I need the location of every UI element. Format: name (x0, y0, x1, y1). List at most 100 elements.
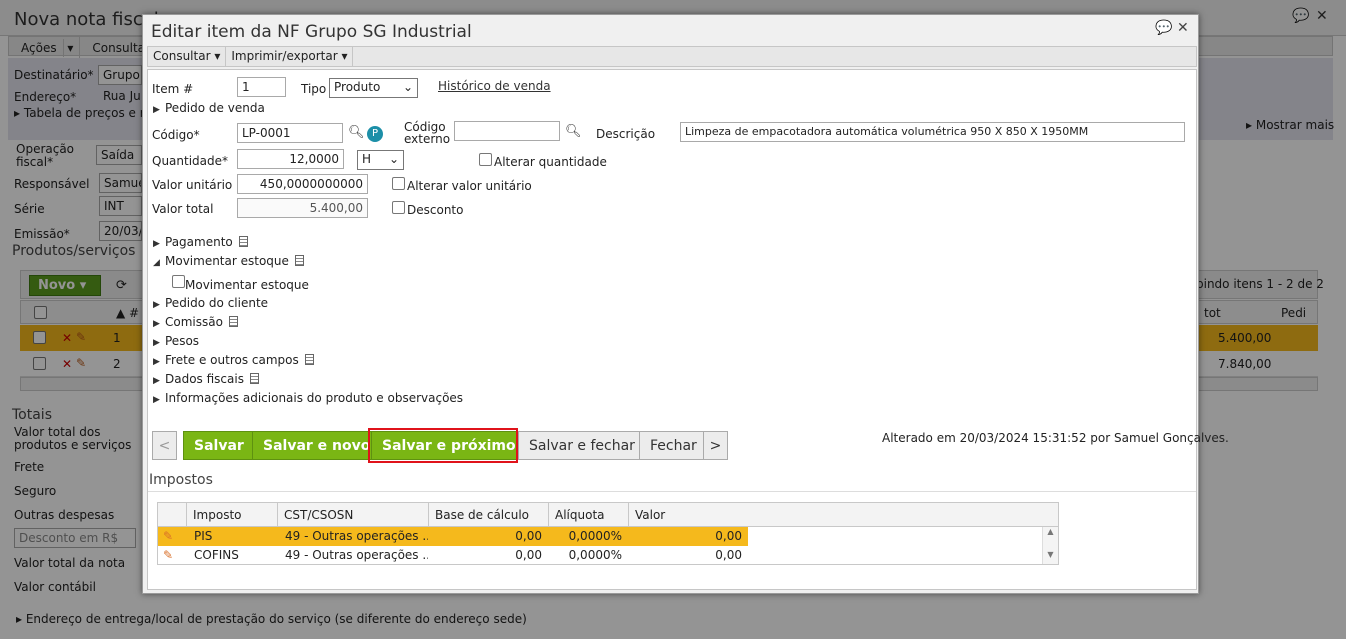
chat-icon[interactable]: 💬 (1155, 20, 1172, 36)
impostos-title: Impostos (149, 472, 213, 488)
section-movimentar-estoque[interactable]: ◢ Movimentar estoque (153, 254, 304, 268)
item-label: Item # (152, 82, 194, 96)
fechar-button[interactable]: Fechar (639, 431, 708, 460)
edit-item-dialog: Editar item da NF Grupo SG Industrial 💬 … (142, 14, 1229, 594)
section-frete[interactable]: ▶ Frete e outros campos (153, 353, 314, 367)
menu-imprimir-exportar[interactable]: Imprimir/exportar ▾ (226, 47, 354, 66)
historico-venda-link[interactable]: Histórico de venda (438, 79, 551, 93)
col-cst[interactable]: CST/CSOSN (277, 503, 428, 527)
triangle-right-icon: ▶ (153, 300, 160, 310)
menu-consultar[interactable]: Consultar ▾ (148, 47, 227, 66)
section-informacoes-label: Informações adicionais do produto e obse… (165, 391, 464, 405)
valor-total-label: Valor total (152, 202, 214, 216)
dialog-panel: Item # 1 Tipo Produto ⌄ Histórico de vend… (147, 69, 1229, 590)
scroll-down-icon[interactable]: ▼ (1043, 550, 1058, 559)
impostos-grid-header: Imposto CST/CSOSN Base de cálculo Alíquo… (158, 503, 1058, 527)
item-number-input[interactable]: 1 (237, 77, 286, 97)
section-pedido-cliente[interactable]: ▶ Pedido do cliente (153, 296, 268, 310)
tipo-select-value: Produto (334, 80, 381, 94)
section-informacoes[interactable]: ▶ Informações adicionais do produto e obs… (153, 391, 463, 405)
codigo-externo-text: Código externo (404, 120, 451, 146)
tipo-select[interactable]: Produto ⌄ (329, 78, 418, 98)
section-pesos-label: Pesos (165, 334, 200, 348)
alterar-valor-unitario-checkbox[interactable] (392, 177, 405, 190)
cell-imposto: PIS (194, 529, 213, 543)
section-pedido-cliente-label: Pedido do cliente (165, 296, 269, 310)
triangle-right-icon: ▶ (153, 239, 160, 249)
alterar-valor-unitario-label: Alterar valor unitário (407, 179, 532, 193)
cell-valor: 0,00 (715, 529, 742, 543)
dialog-menubar: Consultar ▾ Imprimir/exportar ▾ (147, 46, 1197, 67)
search-icon[interactable]: 🔍︎ (565, 124, 582, 139)
section-frete-label: Frete e outros campos (165, 353, 299, 367)
next-button[interactable]: > (703, 431, 728, 460)
col-valor[interactable]: Valor (628, 503, 1042, 527)
section-comissao[interactable]: ▶ Comissão (153, 315, 238, 329)
section-pagamento-label: Pagamento (165, 235, 233, 249)
section-pesos[interactable]: ▶ Pesos (153, 334, 199, 348)
menu-consultar-label: Consultar (153, 49, 211, 63)
col-aliquota[interactable]: Alíquota (548, 503, 628, 527)
cell-base: 0,00 (515, 529, 542, 543)
codigo-externo-input[interactable] (454, 121, 560, 141)
highlight-box (368, 428, 518, 463)
triangle-right-icon: ▶ (153, 338, 160, 348)
pedido-venda-toggle[interactable]: ▶ Pedido de venda (153, 101, 265, 115)
table-row[interactable]: ✎ COFINS 49 - Outras operações ... 0,00 … (158, 546, 748, 565)
cell-imposto: COFINS (194, 548, 239, 562)
triangle-right-icon: ▶ (153, 105, 160, 115)
section-dados-fiscais-label: Dados fiscais (165, 372, 244, 386)
lookup-icon[interactable]: P (367, 126, 383, 142)
valor-unitario-input[interactable]: 450,0000000000 (237, 174, 368, 194)
altered-info: Alterado em 20/03/2024 15:31:52 por Samu… (882, 431, 1229, 445)
dialog-title: Editar item da NF Grupo SG Industrial (151, 22, 472, 42)
alterar-quantidade-checkbox[interactable] (479, 153, 492, 166)
movimentar-estoque-checkbox[interactable] (172, 275, 185, 288)
edit-icon[interactable]: ✎ (163, 529, 173, 543)
cell-aliquota: 0,0000% (568, 529, 622, 543)
col-base[interactable]: Base de cálculo (428, 503, 548, 527)
triangle-right-icon: ▶ (153, 357, 160, 367)
previous-button[interactable]: < (152, 431, 177, 460)
salvar-e-novo-button[interactable]: Salvar e novo (252, 431, 382, 460)
section-pagamento[interactable]: ▶ Pagamento (153, 235, 248, 249)
edit-icon[interactable]: ✎ (163, 548, 173, 562)
menu-imprimir-label: Imprimir/exportar (231, 49, 338, 63)
desconto-label: Desconto (407, 203, 464, 217)
triangle-right-icon: ▶ (153, 395, 160, 405)
descricao-label: Descrição (596, 127, 656, 141)
close-icon[interactable]: ✕ (1177, 20, 1189, 36)
cell-cst: 49 - Outras operações ... (285, 529, 428, 543)
cell-cst: 49 - Outras operações ... (285, 548, 428, 562)
document-icon (228, 316, 238, 327)
pedido-venda-label: Pedido de venda (165, 101, 265, 115)
quantidade-label: Quantidade* (152, 154, 229, 168)
chevron-down-icon: ⌄ (388, 152, 399, 166)
descricao-input[interactable]: Limpeza de empacotadora automática volum… (680, 122, 1185, 142)
valor-total-input: 5.400,00 (237, 198, 368, 218)
triangle-right-icon: ▶ (153, 376, 160, 386)
section-movimentar-estoque-label: Movimentar estoque (165, 254, 289, 268)
quantidade-input[interactable]: 12,0000 (237, 149, 344, 169)
section-dados-fiscais[interactable]: ▶ Dados fiscais (153, 372, 259, 386)
triangle-right-icon: ▶ (153, 319, 160, 329)
salvar-button[interactable]: Salvar (183, 431, 255, 460)
valor-unitario-label: Valor unitário (152, 178, 233, 192)
codigo-externo-label: Código externo (404, 120, 451, 146)
alterar-quantidade-label: Alterar quantidade (494, 155, 607, 169)
vertical-scrollbar[interactable]: ▲ ▼ (1042, 527, 1058, 564)
unidade-select-value: H (362, 152, 372, 166)
unidade-select[interactable]: H ⌄ (357, 150, 404, 170)
codigo-input[interactable]: LP-0001 (237, 123, 343, 143)
document-icon (249, 373, 259, 384)
col-imposto[interactable]: Imposto (186, 503, 277, 527)
search-icon[interactable]: 🔍︎ (348, 125, 365, 140)
section-comissao-label: Comissão (165, 315, 223, 329)
table-row[interactable]: ✎ PIS 49 - Outras operações ... 0,00 0,0… (158, 527, 748, 546)
codigo-label: Código* (152, 128, 200, 142)
scroll-up-icon[interactable]: ▲ (1043, 527, 1058, 536)
salvar-e-fechar-button[interactable]: Salvar e fechar (518, 431, 646, 460)
cell-base: 0,00 (515, 548, 542, 562)
impostos-divider (148, 491, 1196, 492)
desconto-checkbox[interactable] (392, 201, 405, 214)
